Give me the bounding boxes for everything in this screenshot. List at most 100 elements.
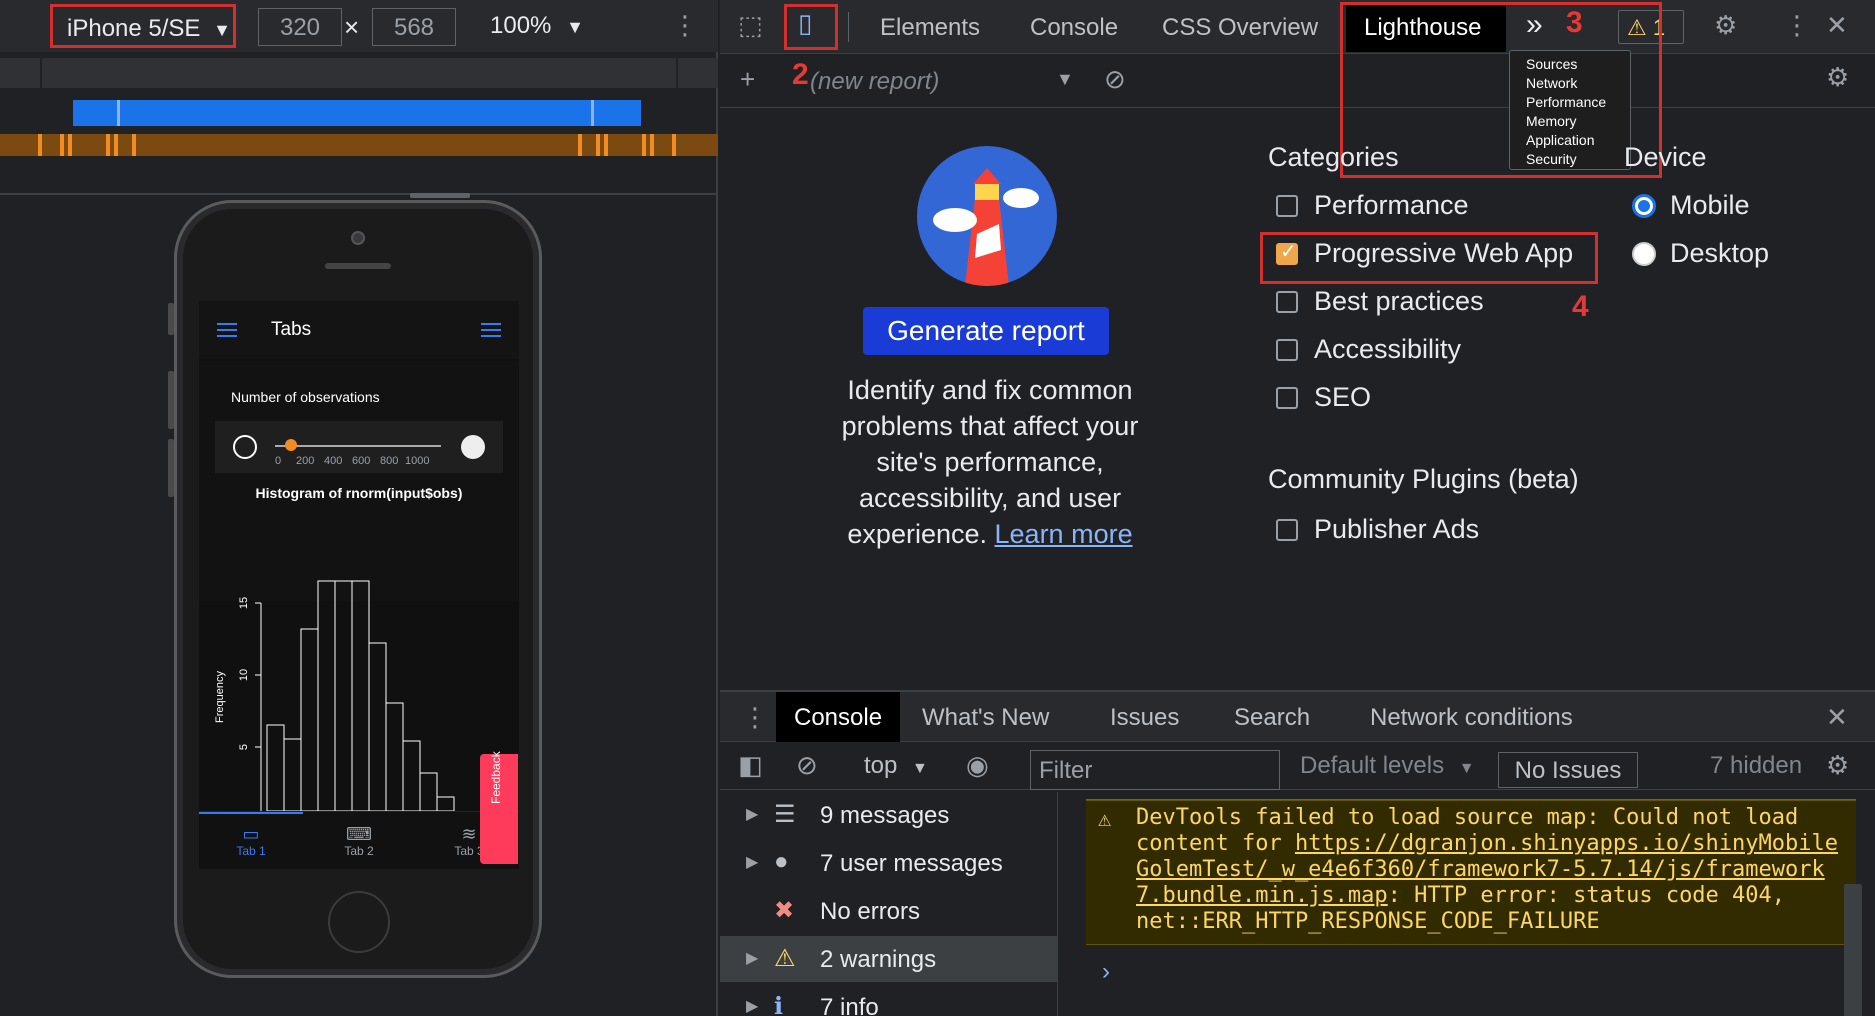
- width-input[interactable]: 320: [258, 8, 342, 46]
- devtools-pane: ⬚ ▯ Elements Console CSS Overview Lighth…: [720, 0, 1875, 1016]
- sidebar-item-user-messages[interactable]: ▶ ● 7 user messages: [720, 840, 1058, 886]
- device-mobile[interactable]: Mobile: [1632, 190, 1750, 224]
- category-performance[interactable]: Performance: [1276, 190, 1469, 224]
- clear-console-icon[interactable]: ⊘: [796, 752, 818, 778]
- expand-arrow-icon: ▶: [746, 806, 759, 823]
- category-best-practices[interactable]: Best practices: [1276, 286, 1484, 320]
- resize-handle[interactable]: [410, 193, 470, 198]
- hist-bar: [300, 628, 319, 811]
- levels-label: Default levels: [1300, 752, 1445, 779]
- feedback-button[interactable]: Feedback: [480, 751, 518, 864]
- menu-right-icon[interactable]: [481, 323, 501, 337]
- caret-down-icon[interactable]: ▼: [1056, 70, 1074, 88]
- sidebar-item-messages[interactable]: ▶ ☰ 9 messages: [720, 792, 1058, 838]
- drawer-tab-search[interactable]: Search: [1234, 704, 1310, 732]
- tab-console[interactable]: Console: [1030, 14, 1118, 42]
- tab-2[interactable]: ⌨ Tab 2: [329, 824, 389, 858]
- lighthouse-settings-icon[interactable]: ⚙: [1826, 64, 1849, 90]
- console-settings-icon[interactable]: ⚙: [1826, 752, 1849, 778]
- live-expression-eye-icon[interactable]: ◉: [966, 752, 989, 778]
- media-query-bar-max-width[interactable]: [73, 100, 641, 126]
- sidebar-item-info[interactable]: ▶ ℹ 7 info: [720, 984, 1058, 1016]
- close-icon[interactable]: ✕: [1826, 12, 1848, 38]
- console-separator: [1086, 792, 1856, 800]
- checkbox[interactable]: [1276, 519, 1298, 541]
- category-seo[interactable]: SEO: [1276, 382, 1371, 416]
- times-icon: ×: [344, 12, 360, 42]
- checkbox-checked[interactable]: [1276, 239, 1298, 265]
- sidebar-item-errors[interactable]: ✖ No errors: [720, 888, 1058, 934]
- checkbox[interactable]: [1276, 291, 1298, 313]
- media-query-bar-orange[interactable]: [0, 134, 718, 156]
- tab-css-overview[interactable]: CSS Overview: [1162, 14, 1318, 42]
- clear-icon[interactable]: ⊘: [1104, 66, 1126, 92]
- more-options-icon[interactable]: ⋮: [672, 12, 698, 38]
- console-scrollbar[interactable]: [1844, 884, 1862, 1016]
- toggle-device-toolbar-icon[interactable]: ▯: [798, 10, 812, 36]
- generate-report-button[interactable]: Generate report: [863, 307, 1109, 355]
- console-drawer: ⋮ Console What's New Issues Search Netwo…: [720, 690, 1875, 1016]
- category-pwa[interactable]: Progressive Web App: [1276, 238, 1573, 272]
- add-report-icon[interactable]: +: [740, 66, 755, 92]
- checkbox[interactable]: [1276, 339, 1298, 361]
- device-toolbar: iPhone 5/SE ▼ 320 × 568 100% ▼ ⋮: [0, 0, 718, 52]
- drawer-menu-icon[interactable]: ⋮: [742, 704, 768, 730]
- menu-item-sources[interactable]: Sources: [1526, 55, 1630, 74]
- plugin-publisher-ads[interactable]: Publisher Ads: [1276, 514, 1479, 548]
- radio-selected[interactable]: [1632, 194, 1656, 218]
- menu-item-network[interactable]: Network: [1526, 74, 1630, 93]
- checkbox[interactable]: [1276, 387, 1298, 409]
- menu-item-application[interactable]: Application: [1526, 131, 1630, 150]
- menu-item-performance[interactable]: Performance: [1526, 93, 1630, 112]
- slider-knob[interactable]: [285, 439, 297, 451]
- drawer-tab-whats-new[interactable]: What's New: [922, 704, 1049, 732]
- slider-track[interactable]: [275, 445, 441, 447]
- devtools-tabbar: ⬚ ▯ Elements Console CSS Overview Lighth…: [720, 0, 1875, 54]
- learn-more-link[interactable]: Learn more: [995, 519, 1133, 549]
- slider-tick: 0: [275, 455, 282, 467]
- filter-input[interactable]: Filter: [1030, 750, 1280, 790]
- log-levels-select[interactable]: Default levels ▼: [1300, 752, 1475, 780]
- category-accessibility[interactable]: Accessibility: [1276, 334, 1461, 368]
- menu-item-memory[interactable]: Memory: [1526, 112, 1630, 131]
- y-tick-10: 10: [238, 669, 250, 681]
- drawer-tab-console[interactable]: Console: [776, 692, 901, 742]
- circle-empty-icon: [233, 435, 257, 459]
- menu-item-security[interactable]: Security: [1526, 150, 1630, 169]
- error-icon: ✖: [774, 897, 795, 924]
- keyboard-icon: ⌨: [346, 824, 372, 844]
- context-select[interactable]: top ▼: [864, 752, 928, 780]
- app-tabbar: ▭ Tab 1 ⌨ Tab 2 ≋ Tab 3: [199, 811, 519, 869]
- drawer-tabbar: ⋮ Console What's New Issues Search Netwo…: [720, 692, 1875, 742]
- close-drawer-icon[interactable]: ✕: [1826, 704, 1848, 730]
- tab-elements[interactable]: Elements: [880, 14, 980, 42]
- height-input[interactable]: 568: [372, 8, 456, 46]
- device-select[interactable]: iPhone 5/SE ▼: [50, 4, 236, 48]
- home-button[interactable]: [328, 891, 390, 953]
- media-query-ruler[interactable]: [0, 58, 718, 88]
- y-tick-15: 15: [238, 597, 250, 609]
- active-tab-indicator: [199, 812, 303, 814]
- category-label: SEO: [1314, 382, 1372, 412]
- sidebar-toggle-icon[interactable]: ◧: [738, 752, 763, 778]
- sidebar-item-warnings[interactable]: ▶ ⚠ 2 warnings: [720, 936, 1058, 982]
- drawer-tab-issues[interactable]: Issues: [1110, 704, 1179, 732]
- y-tick-5: 5: [238, 744, 250, 750]
- radio[interactable]: [1632, 242, 1656, 266]
- issues-button[interactable]: No Issues: [1498, 752, 1638, 788]
- menu-left-icon[interactable]: [217, 323, 237, 337]
- tab-1[interactable]: ▭ Tab 1: [221, 824, 281, 858]
- observations-slider[interactable]: 0 200 400 600 800 1000: [215, 421, 503, 473]
- drawer-tab-network-conditions[interactable]: Network conditions: [1370, 704, 1573, 732]
- zoom-select[interactable]: 100% ▼: [490, 12, 584, 40]
- plugin-label: Publisher Ads: [1314, 514, 1480, 544]
- console-prompt-icon[interactable]: ›: [1102, 958, 1110, 986]
- more-options-icon[interactable]: ⋮: [1784, 12, 1810, 38]
- device-desktop[interactable]: Desktop: [1632, 238, 1769, 272]
- report-select[interactable]: (new report): [810, 68, 939, 96]
- checkbox[interactable]: [1276, 195, 1298, 217]
- inspect-element-icon[interactable]: ⬚: [738, 12, 763, 38]
- sidebar-label: 7 info: [820, 994, 879, 1016]
- slider-tick: 200: [296, 455, 315, 467]
- settings-gear-icon[interactable]: ⚙: [1714, 12, 1737, 38]
